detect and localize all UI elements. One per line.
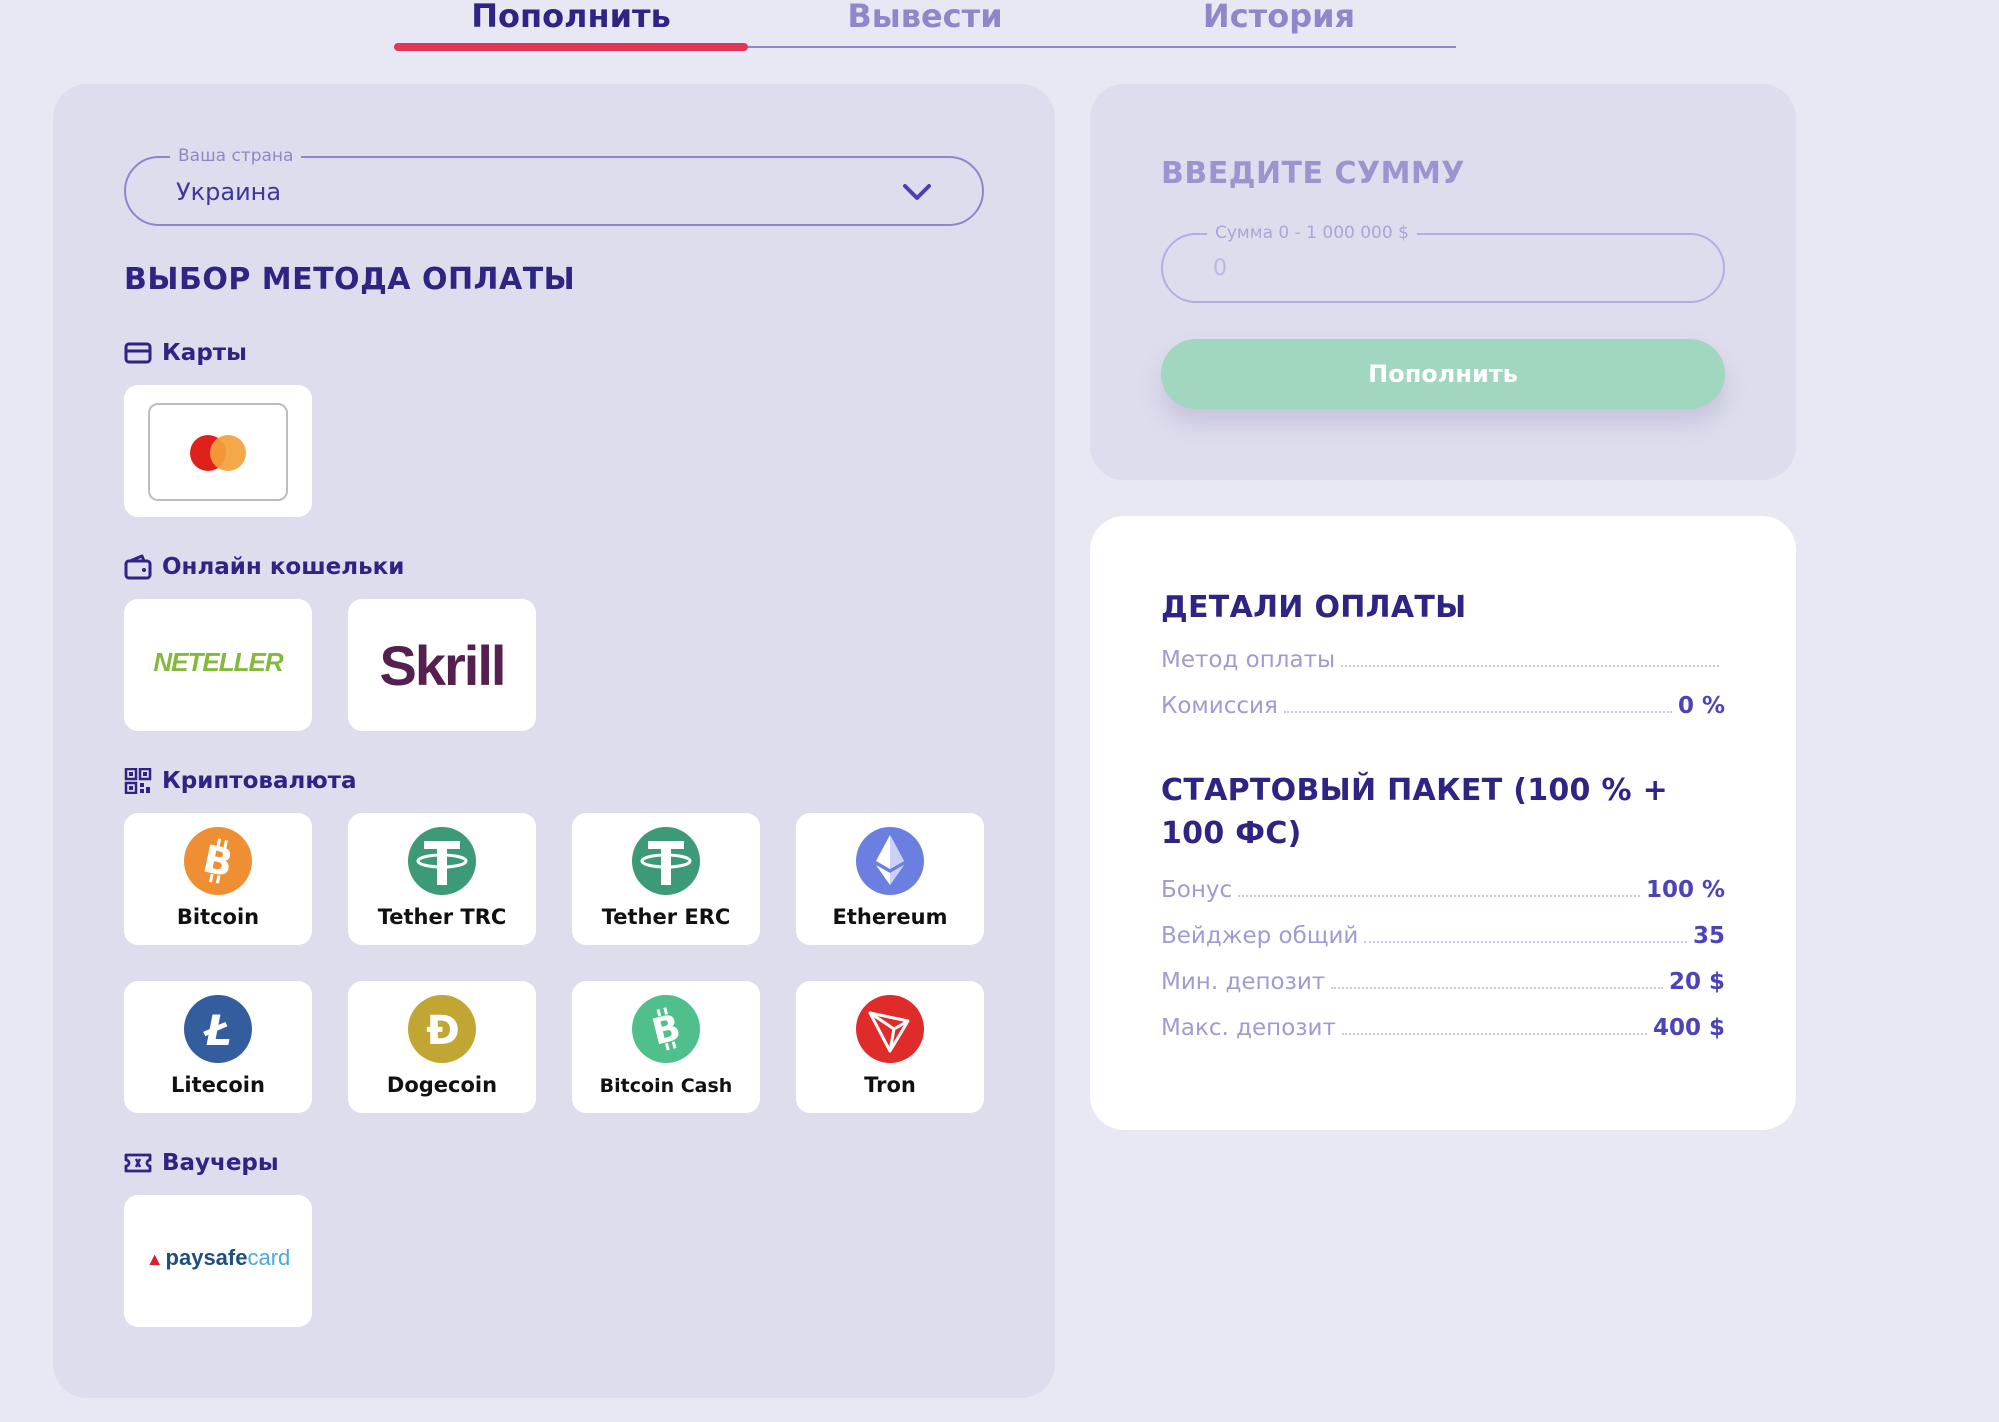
amount-field[interactable]: Сумма 0 - 1 000 000 $ (1161, 223, 1725, 303)
amount-legend: Сумма 0 - 1 000 000 $ (1207, 223, 1417, 243)
dogecoin-icon: Ð (408, 995, 476, 1063)
details-title: ДЕТАЛИ ОПЛАТЫ (1161, 590, 1467, 625)
country-legend: Ваша страна (170, 146, 302, 166)
tab-bar: Пополнить Вывести История (394, 0, 1456, 52)
package-row-bonus: Бонус 100 % (1161, 873, 1725, 903)
category-cards: Карты (124, 338, 247, 368)
country-select[interactable]: Ваша страна Украина (124, 146, 984, 226)
detail-label: Метод оплаты (1161, 647, 1336, 673)
category-cards-label: Карты (162, 340, 247, 366)
tether-erc-tile[interactable]: Tether ERC (572, 813, 760, 945)
coin-label: Tether ERC (601, 905, 731, 929)
package-value: 35 (1692, 923, 1725, 949)
dogecoin-tile[interactable]: Ð Dogecoin (348, 981, 536, 1113)
ethereum-tile[interactable]: Ethereum (796, 813, 984, 945)
chevron-down-icon (903, 184, 931, 200)
category-crypto: Криптовалюта (124, 766, 357, 796)
tether-icon (632, 827, 700, 895)
neteller-tile[interactable]: NETELLER (124, 599, 312, 731)
qr-code-icon (124, 768, 152, 794)
skrill-tile[interactable]: Skrill (348, 599, 536, 731)
paysafecard-tile[interactable]: ▲paysafecard (124, 1195, 312, 1327)
package-label: Бонус (1161, 877, 1233, 903)
package-row-max-deposit: Макс. депозит 400 $ (1161, 1011, 1725, 1041)
svg-text:Ð: Ð (426, 1008, 460, 1054)
amount-panel: ВВЕДИТЕ СУММУ Сумма 0 - 1 000 000 $ Попо… (1090, 84, 1796, 480)
category-crypto-label: Криптовалюта (162, 768, 357, 794)
country-value: Украина (176, 178, 282, 206)
litecoin-tile[interactable]: Ł Litecoin (124, 981, 312, 1113)
deposit-button[interactable]: Пополнить (1161, 339, 1725, 409)
amount-title: ВВЕДИТЕ СУММУ (1161, 156, 1465, 191)
credit-card-icon (124, 342, 152, 364)
tether-trc-tile[interactable]: Tether TRC (348, 813, 536, 945)
package-row-min-deposit: Мин. депозит 20 $ (1161, 965, 1725, 995)
coin-label: Ethereum (832, 905, 948, 929)
category-vouchers-label: Ваучеры (162, 1150, 279, 1176)
payment-details-panel: ДЕТАЛИ ОПЛАТЫ Метод оплаты Комиссия 0 % … (1090, 516, 1796, 1130)
dotted-leader (1364, 941, 1687, 943)
bitcoin-cash-icon: B (632, 995, 700, 1063)
coin-label: Dogecoin (386, 1073, 498, 1097)
package-label: Мин. депозит (1161, 969, 1326, 995)
mastercard-tile[interactable] (124, 385, 312, 517)
lock-icon: ▲ (145, 1249, 164, 1269)
skrill-logo: Skrill (379, 634, 507, 697)
neteller-logo: NETELLER (153, 647, 283, 677)
detail-label: Комиссия (1161, 693, 1278, 719)
category-wallets-label: Онлайн кошельки (162, 554, 405, 580)
detail-row-method: Метод оплаты (1161, 643, 1725, 673)
dotted-leader (1238, 895, 1640, 897)
category-vouchers: Ваучеры (124, 1148, 279, 1178)
package-label: Макс. депозит (1161, 1015, 1336, 1041)
bitcoin-cash-tile[interactable]: B Bitcoin Cash (572, 981, 760, 1113)
mastercard-icon (190, 435, 246, 471)
package-row-wager: Вейджер общий 35 (1161, 919, 1725, 949)
dotted-leader (1341, 665, 1719, 667)
tab-history[interactable]: История (1102, 0, 1456, 46)
amount-input[interactable] (1213, 253, 1673, 283)
coin-label: Tether TRC (377, 905, 507, 929)
dotted-leader (1341, 1033, 1647, 1035)
tab-withdraw[interactable]: Вывести (748, 0, 1102, 46)
svg-text:Ł: Ł (203, 1006, 232, 1055)
bitcoin-tile[interactable]: B Bitcoin (124, 813, 312, 945)
dotted-leader (1283, 711, 1672, 713)
package-value: 400 $ (1652, 1015, 1725, 1041)
bitcoin-icon: B (184, 827, 252, 895)
paysafecard-logo: ▲paysafecard (145, 1245, 291, 1270)
tab-deposit[interactable]: Пополнить (394, 0, 748, 46)
tron-tile[interactable]: Tron (796, 981, 984, 1113)
dotted-leader (1331, 987, 1663, 989)
coin-label: Bitcoin Cash (599, 1075, 733, 1097)
category-wallets: Онлайн кошельки (124, 552, 404, 582)
payment-method-title: ВЫБОР МЕТОДА ОПЛАТЫ (124, 262, 576, 297)
ticket-icon (124, 1153, 152, 1173)
mastercard-card-outline (148, 403, 288, 501)
wallet-icon (124, 554, 152, 580)
package-value: 100 % (1645, 877, 1725, 903)
payment-method-panel: Ваша страна Украина ВЫБОР МЕТОДА ОПЛАТЫ … (53, 84, 1055, 1398)
coin-label: Bitcoin (176, 905, 260, 929)
tron-icon (856, 995, 924, 1063)
detail-value: 0 % (1677, 693, 1725, 719)
ethereum-icon (856, 827, 924, 895)
coin-label: Litecoin (171, 1073, 265, 1097)
package-label: Вейджер общий (1161, 923, 1359, 949)
package-title: СТАРТОВЫЙ ПАКЕТ (100 % + 100 ФС) (1161, 773, 1669, 851)
litecoin-icon: Ł (184, 995, 252, 1063)
coin-label: Tron (864, 1073, 916, 1097)
tether-icon (408, 827, 476, 895)
package-value: 20 $ (1668, 969, 1725, 995)
detail-row-commission: Комиссия 0 % (1161, 689, 1725, 719)
